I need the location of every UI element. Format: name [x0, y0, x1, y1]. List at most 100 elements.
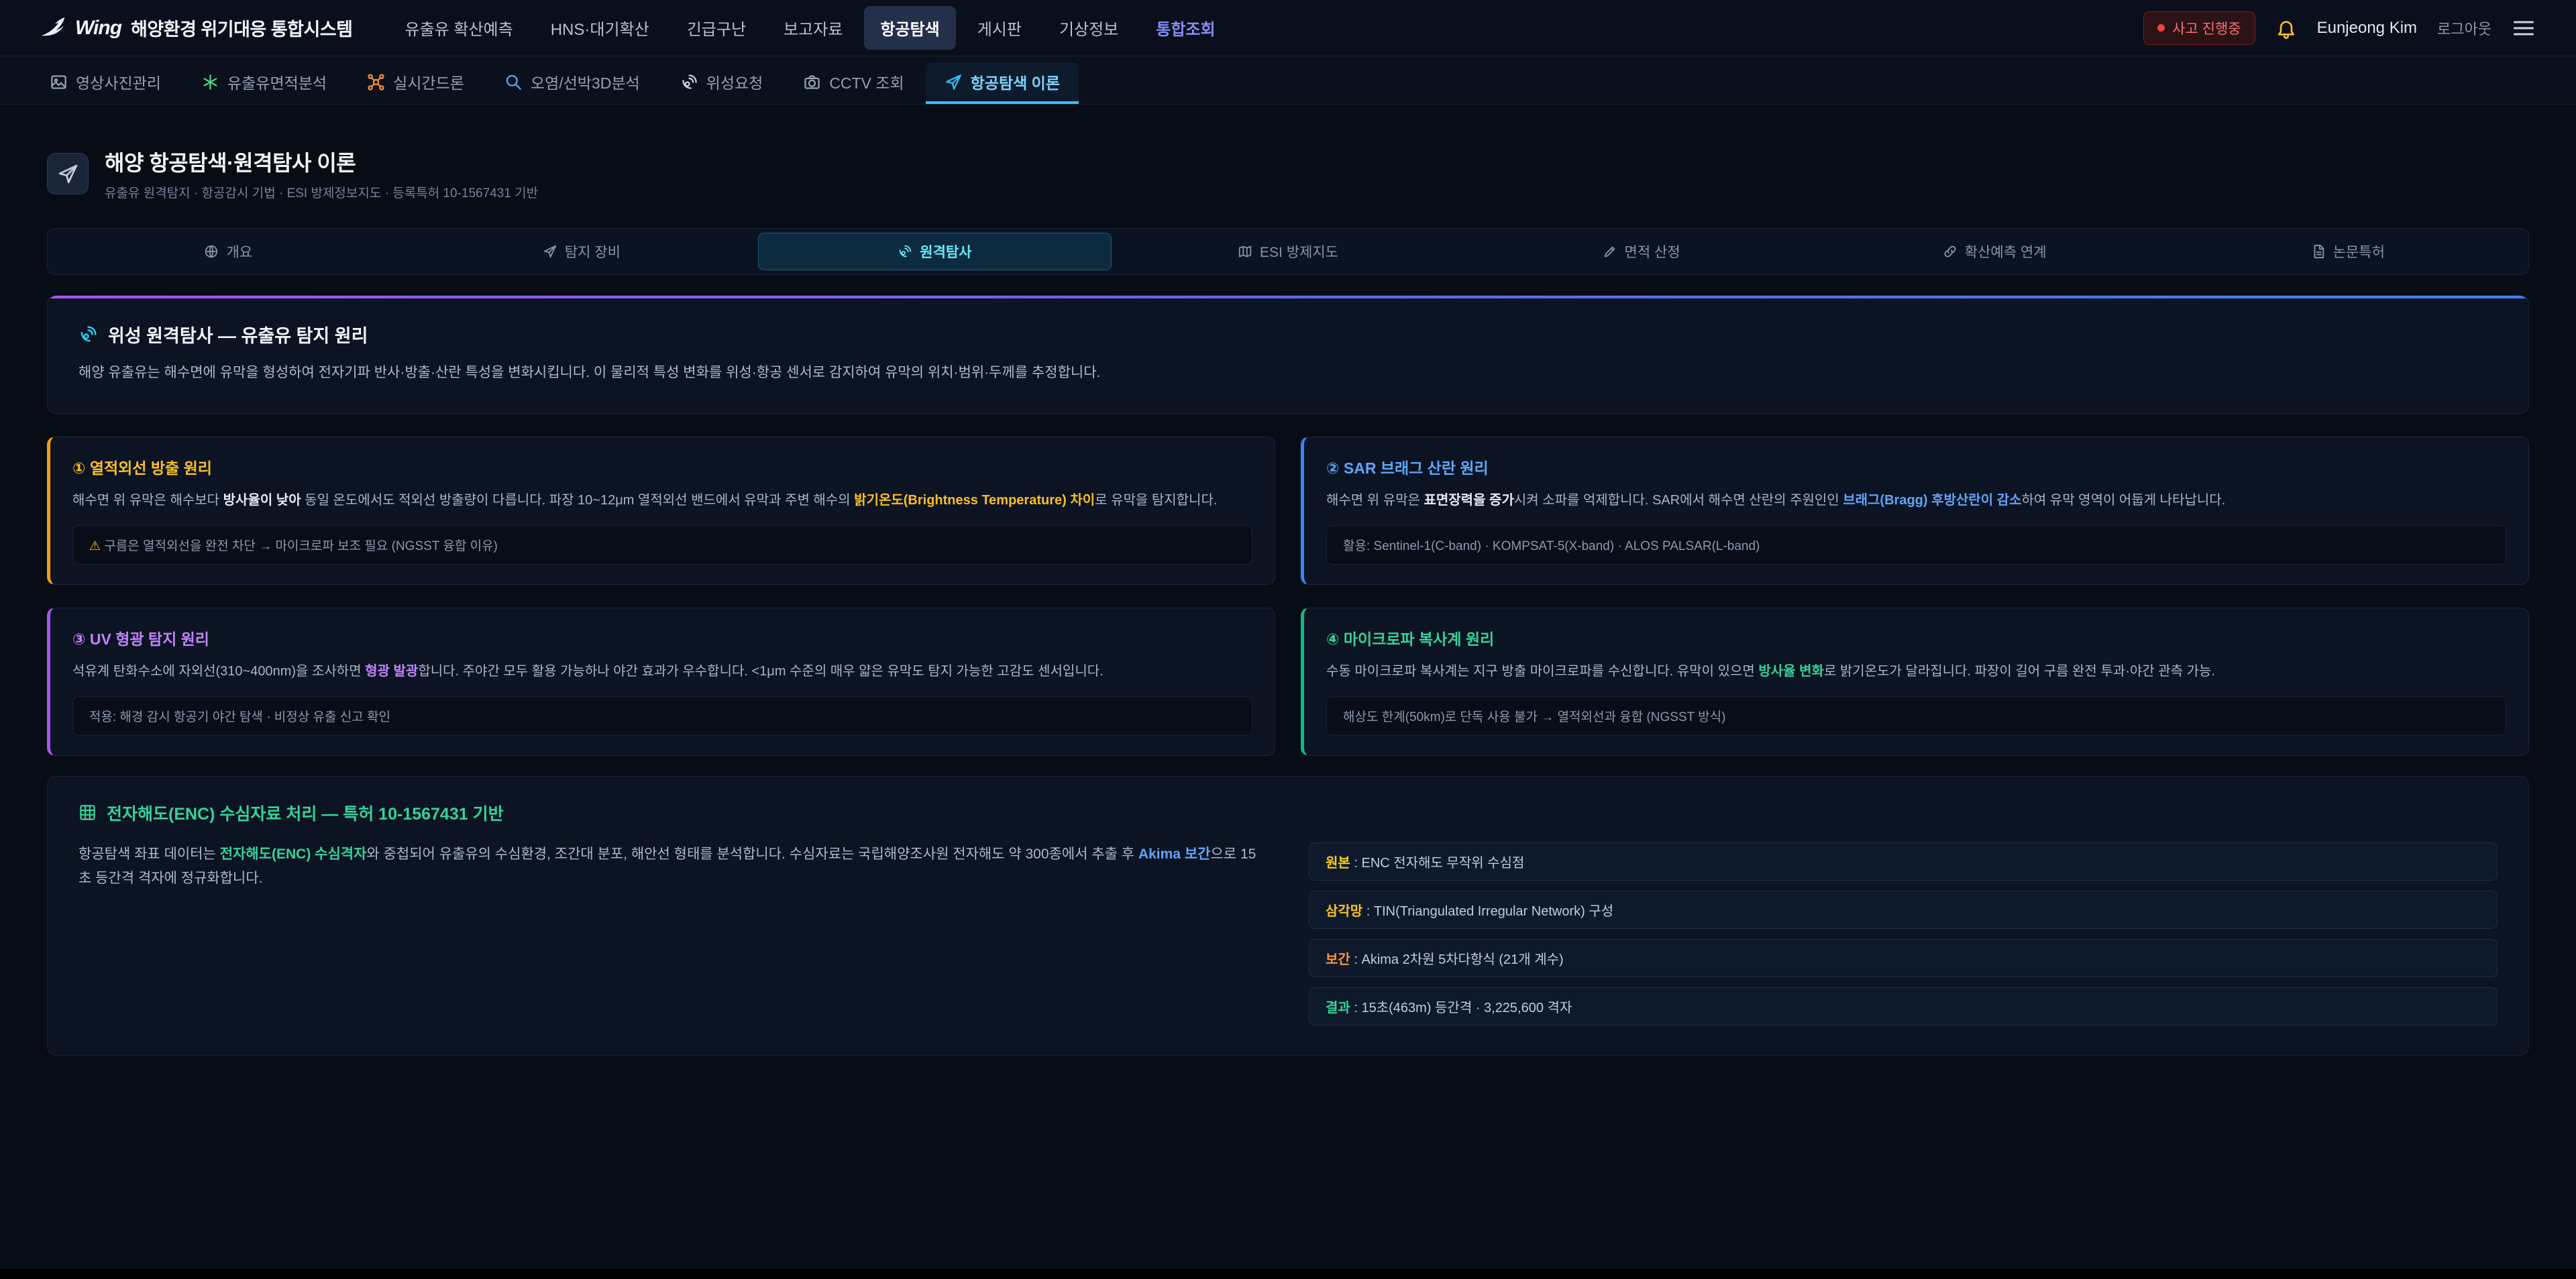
subnav-label: 항공탐색 이론	[971, 70, 1060, 93]
nav-item-reports[interactable]: 보고자료	[767, 6, 859, 50]
enc-row-interpolation: 보간 : Akima 2차원 5차다항식 (21개 계수)	[1309, 939, 2498, 977]
card-body: 해수면 위 유막은 표면장력을 증가시켜 소파를 억제합니다. SAR에서 해수…	[1326, 489, 2506, 512]
pencil-icon	[1603, 244, 1617, 259]
notifications-button[interactable]	[2275, 17, 2297, 39]
nav-item-oil-spread[interactable]: 유출유 확산예측	[388, 6, 529, 50]
bell-icon	[2275, 17, 2297, 39]
subnav-label: 실시간드론	[393, 70, 464, 93]
nav-item-rescue[interactable]: 긴급구난	[671, 6, 762, 50]
subnav-item-cctv[interactable]: CCTV 조회	[784, 62, 922, 104]
wing-logo-icon	[40, 15, 66, 41]
subnav-label: CCTV 조회	[829, 70, 904, 93]
tab-label: 확산예측 연계	[1965, 241, 2047, 262]
enc-row-source: 원본 : ENC 전자해도 무작위 수심점	[1309, 842, 2498, 881]
link-icon	[1943, 244, 1957, 259]
tab-area-calculation[interactable]: 면적 산정	[1464, 233, 1818, 270]
subnav-label: 위성요청	[706, 70, 763, 93]
subnav-item-3d-analysis[interactable]: 오염/선박3D분석	[486, 62, 659, 104]
page-header: 해양 항공탐색·원격탐사 이론 유출유 원격탐지 · 항공감시 기법 · ESI…	[47, 146, 2529, 201]
plane-icon	[57, 163, 79, 185]
card-title: ① 열적외선 방출 원리	[72, 455, 1252, 478]
card-body: 해수면 위 유막은 해수보다 방사율이 낮아 동일 온도에서도 적외선 방출량이…	[72, 489, 1252, 512]
hamburger-menu-button[interactable]	[2512, 16, 2536, 40]
page-header-text: 해양 항공탐색·원격탐사 이론 유출유 원격탐지 · 항공감시 기법 · ESI…	[105, 146, 538, 201]
subnav-label: 영상사진관리	[76, 70, 161, 93]
subnav-item-realtime-drone[interactable]: 실시간드론	[348, 62, 483, 104]
screen-edge-strip	[0, 1269, 2576, 1279]
status-dot-icon	[2157, 24, 2165, 32]
tab-label: 탐지 장비	[565, 241, 621, 262]
globe-icon	[204, 244, 219, 259]
hamburger-icon	[2512, 16, 2536, 40]
app-title: 해양환경 위기대응 통합시스템	[131, 15, 352, 41]
subnav-item-aerial-theory[interactable]: 항공탐색 이론	[926, 62, 1079, 104]
card-microwave-radiometer: ④ 마이크로파 복사계 원리 수동 마이크로파 복사계는 지구 방출 마이크로파…	[1301, 608, 2529, 756]
card-thermal-infrared: ① 열적외선 방출 원리 해수면 위 유막은 해수보다 방사율이 낮아 동일 온…	[47, 437, 1275, 585]
paper-plane-icon	[945, 73, 963, 91]
card-title: ③ UV 형광 탐지 원리	[72, 626, 1252, 649]
tab-label: 개요	[226, 241, 252, 262]
drone-icon	[367, 73, 385, 91]
tab-overview[interactable]: 개요	[52, 233, 405, 270]
remote-sensing-intro-panel: 위성 원격탐사 — 유출유 탐지 원리 해양 유출유는 해수면에 유막을 형성하…	[47, 295, 2529, 414]
enc-content: 항공탐색 좌표 데이터는 전자해도(ENC) 수심격자와 중첩되어 유출유의 수…	[78, 842, 2498, 1025]
photo-icon	[50, 73, 68, 91]
logout-button[interactable]: 로그아웃	[2437, 17, 2491, 39]
topnav-right: 사고 진행중 Eunjeong Kim 로그아웃	[2143, 11, 2536, 45]
main-menu: 유출유 확산예측 HNS·대기확산 긴급구난 보고자료 항공탐색 게시판 기상정…	[388, 6, 1231, 50]
section-title: 위성 원격탐사 — 유출유 탐지 원리	[78, 321, 2498, 347]
user-name: Eunjeong Kim	[2317, 19, 2417, 38]
enc-row-result: 결과 : 15초(463m) 등간격 · 3,225,600 격자	[1309, 987, 2498, 1025]
satellite-icon	[680, 73, 698, 91]
card-title: ② SAR 브래그 산란 원리	[1326, 455, 2506, 478]
section-title-text: 위성 원격탐사 — 유출유 탐지 원리	[108, 321, 368, 347]
main-content: 해양 항공탐색·원격탐사 이론 유출유 원격탐지 · 항공감시 기법 · ESI…	[0, 146, 2576, 1056]
nav-item-aerial-search[interactable]: 항공탐색	[864, 6, 955, 50]
card-uv-fluorescence: ③ UV 형광 탐지 원리 석유계 탄화수소에 자외선(310~400nm)을 …	[47, 608, 1275, 756]
page-title: 해양 항공탐색·원격탐사 이론	[105, 146, 538, 177]
enc-description: 항공탐색 좌표 데이터는 전자해도(ENC) 수심격자와 중첩되어 유출유의 수…	[78, 842, 1267, 892]
nav-item-hns[interactable]: HNS·대기확산	[535, 6, 665, 50]
subnav-item-area-analysis[interactable]: 유출유면적분석	[182, 62, 345, 104]
card-note: 활용: Sentinel-1(C-band) · KOMPSAT-5(X-ban…	[1326, 525, 2506, 565]
map-icon	[1238, 244, 1252, 259]
section-description: 해양 유출유는 해수면에 유막을 형성하여 전자기파 반사·방출·산란 특성을 …	[78, 362, 2498, 385]
top-navbar: Wing 해양환경 위기대응 통합시스템 유출유 확산예측 HNS·대기확산 긴…	[0, 0, 2576, 56]
card-body: 수동 마이크로파 복사계는 지구 방출 마이크로파를 수신합니다. 유막이 있으…	[1326, 660, 2506, 683]
tab-esi-map[interactable]: ESI 방제지도	[1112, 233, 1465, 270]
document-icon	[2311, 244, 2326, 259]
nav-item-board[interactable]: 게시판	[961, 6, 1038, 50]
enc-process-rows: 원본 : ENC 전자해도 무작위 수심점 삼각망 : TIN(Triangul…	[1309, 842, 2498, 1025]
satellite-icon	[78, 325, 98, 344]
asterisk-icon	[201, 73, 219, 91]
tab-label: ESI 방제지도	[1260, 241, 1338, 262]
card-note: ⚠ 구름은 열적외선을 완전 차단 → 마이크로파 보조 필요 (NGSST 융…	[72, 525, 1252, 565]
grid-icon	[78, 803, 97, 822]
page-subtitle: 유출유 원격탐지 · 항공감시 기법 · ESI 방제정보지도 · 등록특허 1…	[105, 183, 538, 201]
enc-row-tin: 삼각망 : TIN(Triangulated Irregular Network…	[1309, 891, 2498, 929]
tab-diffusion-link[interactable]: 확산예측 연계	[1818, 233, 2171, 270]
camera-icon	[803, 73, 821, 91]
enc-title: 전자해도(ENC) 수심자료 처리 — 특허 10-1567431 기반	[78, 801, 2498, 825]
enc-depth-panel: 전자해도(ENC) 수심자료 처리 — 특허 10-1567431 기반 항공탐…	[47, 776, 2529, 1056]
card-sar-bragg: ② SAR 브래그 산란 원리 해수면 위 유막은 표면장력을 증가시켜 소파를…	[1301, 437, 2529, 585]
gradient-accent-bar	[48, 296, 2528, 298]
tab-detection-equipment[interactable]: 탐지 장비	[405, 233, 759, 270]
tab-label: 면적 산정	[1625, 241, 1680, 262]
card-note: 해상도 한계(50km)로 단독 사용 불가 → 열적외선과 융합 (NGSST…	[1326, 696, 2506, 736]
satellite-icon	[898, 244, 912, 259]
enc-title-text: 전자해도(ENC) 수심자료 처리 — 특허 10-1567431 기반	[107, 801, 504, 825]
nav-item-integrated-search[interactable]: 통합조회	[1140, 6, 1231, 50]
tab-remote-sensing[interactable]: 원격탐사	[758, 233, 1112, 270]
nav-item-weather[interactable]: 기상정보	[1043, 6, 1134, 50]
card-note: 적용: 해경 감시 항공기 야간 탐색 · 비정상 유출 신고 확인	[72, 696, 1252, 736]
plane-icon	[543, 244, 557, 259]
card-body: 석유계 탄화수소에 자외선(310~400nm)을 조사하면 형광 발광합니다.…	[72, 660, 1252, 683]
subnav-label: 유출유면적분석	[227, 70, 327, 93]
subnav-item-photo-management[interactable]: 영상사진관리	[31, 62, 180, 104]
brand[interactable]: Wing 해양환경 위기대응 통합시스템	[40, 15, 352, 41]
subnav-item-satellite-request[interactable]: 위성요청	[661, 62, 782, 104]
incident-status-label: 사고 진행중	[2172, 18, 2241, 38]
tab-papers-patents[interactable]: 논문특허	[2171, 233, 2524, 270]
subnav-label: 오염/선박3D분석	[531, 70, 640, 93]
